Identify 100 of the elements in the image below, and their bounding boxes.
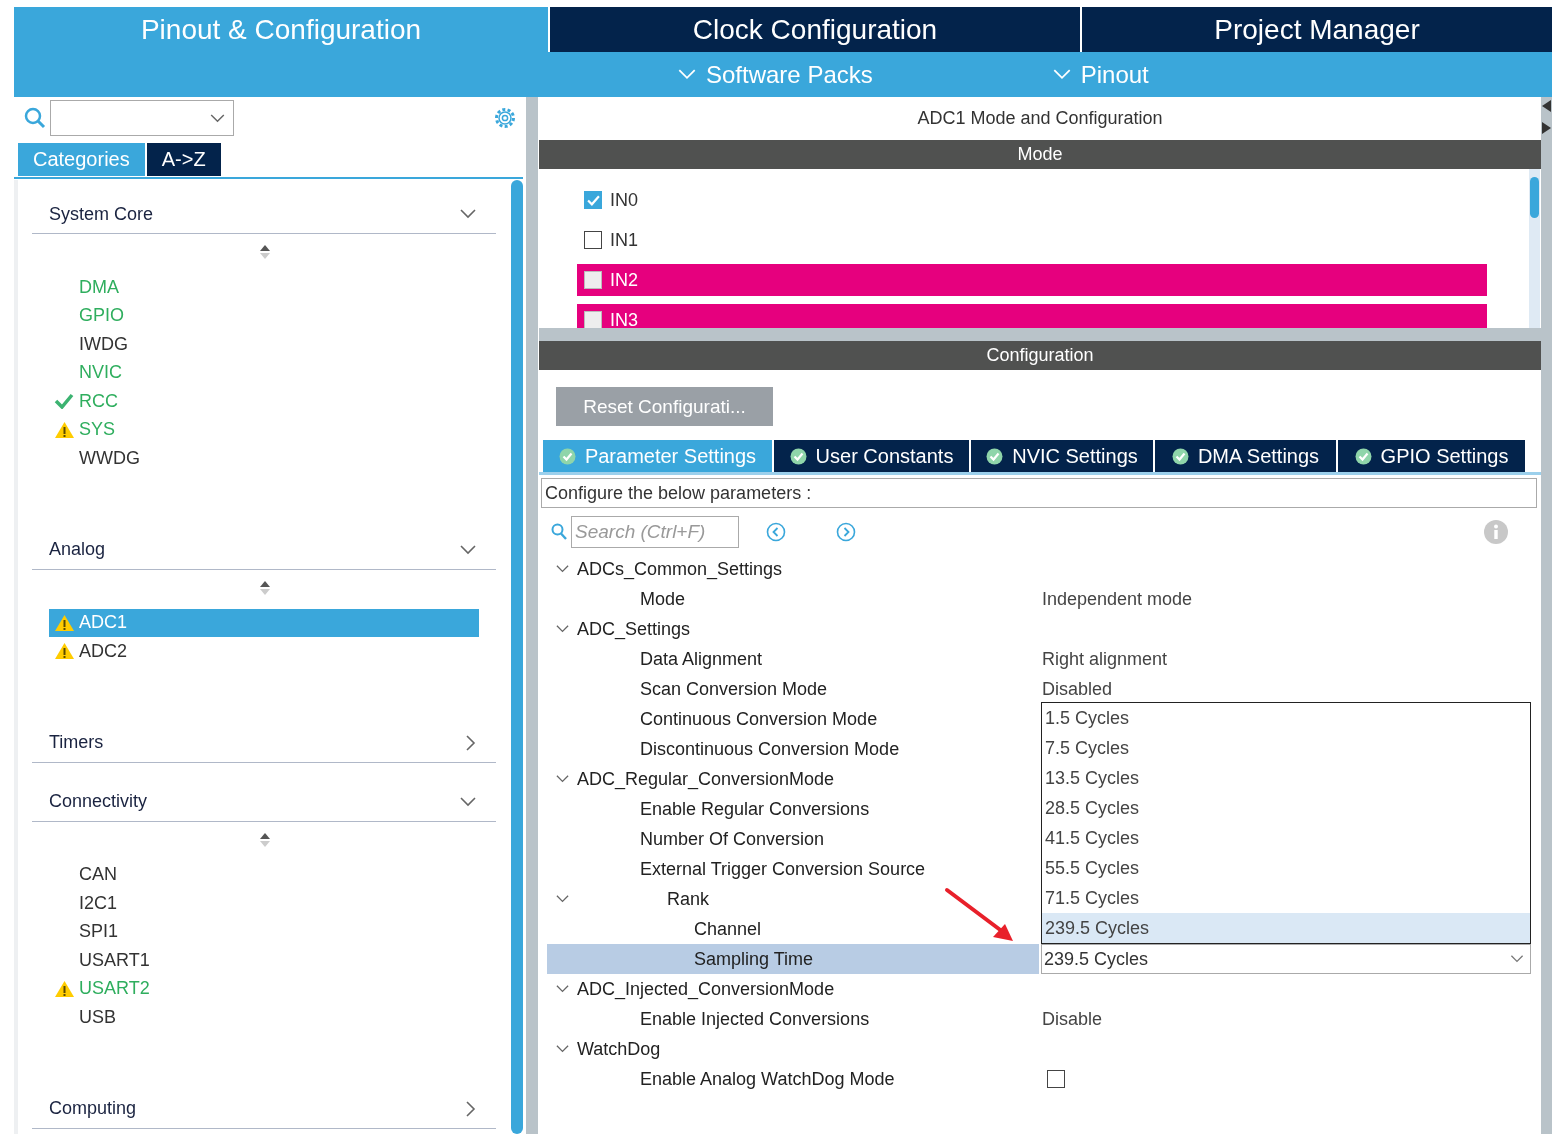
dropdown-option[interactable]: 7.5 Cycles <box>1042 733 1530 763</box>
category-label[interactable]: Computing <box>49 1098 137 1119</box>
check-circle-icon <box>986 447 1004 465</box>
dropdown-option[interactable]: 41.5 Cycles <box>1042 823 1530 853</box>
settings-tab[interactable]: NVIC Settings <box>971 440 1153 472</box>
chevron-down-icon[interactable] <box>460 796 476 807</box>
chevron-down-icon[interactable] <box>210 113 225 123</box>
group-label[interactable]: ADC_Settings <box>577 618 691 640</box>
main-tab[interactable]: Clock Configuration <box>550 7 1080 52</box>
chevron-right-icon[interactable] <box>466 1100 476 1117</box>
parameter-label[interactable]: Enable Regular Conversions <box>547 794 1039 824</box>
channel-row[interactable]: IN1 <box>577 224 1487 256</box>
sidebar-item[interactable]: SPI1 <box>49 917 479 946</box>
parameter-value: Right alignment <box>1041 648 1168 670</box>
category-header[interactable]: Timers <box>32 723 496 763</box>
sidebar-item[interactable]: WWDG <box>49 444 479 473</box>
checkbox[interactable] <box>584 231 602 249</box>
sidebar-item[interactable]: IWDG <box>49 330 479 359</box>
description-field: Configure the below parameters : <box>541 478 1537 508</box>
chevron-down-icon[interactable] <box>460 209 476 219</box>
checkbox[interactable] <box>584 271 602 289</box>
chevron-down-icon[interactable] <box>555 985 569 993</box>
channel-label: IN2 <box>610 269 638 291</box>
expand-arrow-icon[interactable] <box>1542 122 1551 134</box>
channel-label: IN3 <box>610 309 638 328</box>
sort-icon[interactable] <box>258 831 271 848</box>
checkbox[interactable] <box>1047 1070 1065 1088</box>
search-field[interactable]: Search (Ctrl+F) <box>571 515 739 548</box>
search-icon[interactable] <box>24 107 46 129</box>
dropdown-option[interactable]: 28.5 Cycles <box>1042 793 1530 823</box>
parameter-label[interactable]: Data Alignment <box>547 644 1039 674</box>
chevron-down-icon[interactable] <box>460 544 476 555</box>
group-label[interactable]: ADC_Injected_ConversionMode <box>577 978 835 1000</box>
previous-icon[interactable] <box>766 521 786 542</box>
parameter-value: Disable <box>1041 1008 1103 1030</box>
dropdown-option[interactable]: 55.5 Cycles <box>1042 853 1530 883</box>
dropdown-option[interactable]: 13.5 Cycles <box>1042 763 1530 793</box>
chevron-right-icon[interactable] <box>466 734 476 751</box>
check-circle-icon <box>789 447 807 465</box>
parameter-label[interactable]: Scan Conversion Mode <box>547 674 1039 704</box>
scrollbar-thumb[interactable] <box>1530 177 1539 218</box>
category-label[interactable]: System Core <box>49 203 154 225</box>
channel-row[interactable]: IN2 <box>577 264 1487 296</box>
sidebar-item[interactable]: USB <box>49 1003 479 1032</box>
parameter-value: Disabled <box>1041 678 1113 700</box>
panel-title: ADC1 Mode and Configuration <box>916 107 1164 130</box>
chevron-down-icon[interactable] <box>555 565 569 573</box>
checkbox[interactable] <box>584 311 602 328</box>
parameter-label[interactable]: External Trigger Conversion Source <box>547 854 1039 884</box>
sort-icon[interactable] <box>258 579 271 596</box>
settings-tab[interactable]: GPIO Settings <box>1338 440 1525 472</box>
category-header[interactable]: Computing <box>32 1089 496 1129</box>
parameter-label[interactable]: Enable Analog WatchDog Mode <box>547 1064 1039 1094</box>
category-header[interactable]: System Core <box>32 195 496 234</box>
parameter-label[interactable]: Number Of Conversion <box>547 824 1039 854</box>
settings-tab[interactable]: DMA Settings <box>1155 440 1336 472</box>
group-label[interactable]: WatchDog <box>577 1038 661 1060</box>
collapse-arrow-icon[interactable] <box>1542 100 1551 112</box>
next-icon[interactable] <box>836 521 856 542</box>
scrollbar-track[interactable] <box>1529 169 1540 328</box>
sort-icon[interactable] <box>258 244 271 260</box>
parameter-label[interactable]: Mode <box>547 584 1039 614</box>
dropdown-option[interactable]: 1.5 Cycles <box>1042 703 1530 733</box>
parameter-label[interactable]: Discontinuous Conversion Mode <box>547 734 1039 764</box>
dropdown-option[interactable]: 71.5 Cycles <box>1042 883 1530 913</box>
chevron-down-icon[interactable] <box>555 895 569 903</box>
chevron-down-icon[interactable] <box>555 775 569 783</box>
group-label[interactable]: Rank <box>667 888 710 910</box>
dropdown-option[interactable]: 239.5 Cycles <box>1042 913 1530 943</box>
parameter-label[interactable]: Enable Injected Conversions <box>547 1004 1039 1034</box>
category-label[interactable]: Timers <box>49 732 104 753</box>
settings-tab[interactable]: User Constants <box>774 440 969 472</box>
category-header[interactable]: Connectivity <box>32 782 496 822</box>
channel-row[interactable]: IN3 <box>577 304 1487 328</box>
chevron-down-icon[interactable] <box>1510 955 1524 963</box>
parameter-label[interactable]: Continuous Conversion Mode <box>547 704 1039 734</box>
parameter-value: Independent mode <box>1041 588 1193 610</box>
search-icon[interactable] <box>551 523 567 540</box>
annotation-arrow <box>945 888 1013 941</box>
scrollbar[interactable] <box>511 180 523 1134</box>
parameter-label[interactable]: Sampling Time <box>547 944 1039 974</box>
channel-row[interactable]: IN0 <box>577 184 1487 216</box>
sidebar-item[interactable]: I2C1 <box>49 889 479 918</box>
view-tab[interactable]: A->Z <box>146 143 221 176</box>
main-tab[interactable]: Project Manager <box>1082 7 1552 52</box>
sidebar-item[interactable]: CAN <box>49 860 479 889</box>
category-label[interactable]: Connectivity <box>49 791 148 812</box>
checkbox[interactable] <box>584 191 602 209</box>
chevron-down-icon[interactable] <box>555 625 569 633</box>
parameter-label[interactable]: Channel <box>547 914 1039 944</box>
sidebar-item[interactable]: USART1 <box>49 946 479 975</box>
sidebar-item[interactable]: ADC2 <box>49 637 479 666</box>
group-label[interactable]: ADC_Regular_ConversionMode <box>577 768 835 790</box>
value-dropdown[interactable]: 239.5 Cycles <box>1041 944 1531 974</box>
category-label[interactable]: Analog <box>49 539 106 560</box>
group-label[interactable]: ADCs_Common_Settings <box>577 558 783 580</box>
check-circle-icon <box>1171 447 1189 465</box>
chevron-down-icon[interactable] <box>555 1045 569 1053</box>
settings-icon[interactable] <box>493 106 517 130</box>
category-header[interactable]: Analog <box>32 530 496 570</box>
